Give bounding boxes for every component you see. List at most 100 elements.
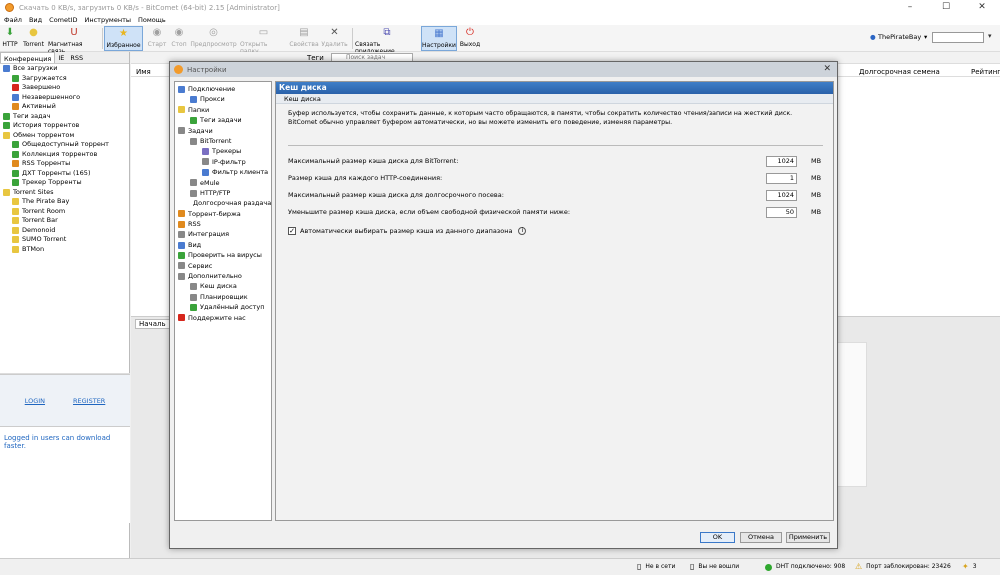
settings-nav-item-label: Папки xyxy=(188,105,210,114)
category-item[interactable]: Незавершенного xyxy=(0,93,129,103)
category-item[interactable]: The Pirate Bay xyxy=(0,197,129,207)
menu-tools[interactable]: Инструменты xyxy=(84,15,131,25)
preview-icon: ◎ xyxy=(209,27,218,38)
category-item[interactable]: История торрентов xyxy=(0,121,129,131)
maximize-button[interactable]: ☐ xyxy=(928,0,964,15)
tab-start-page[interactable]: Началь xyxy=(135,319,170,329)
category-item[interactable]: Активный xyxy=(0,102,129,112)
settings-nav-item[interactable]: Задачи xyxy=(175,126,271,136)
category-item[interactable]: Коллекция торрентов xyxy=(0,150,129,160)
delete-button[interactable]: ✕ Удалить xyxy=(321,26,348,51)
open-folder-button[interactable]: ▭Открыть папку xyxy=(240,26,287,55)
category-item[interactable]: RSS Торренты xyxy=(0,159,129,169)
properties-button[interactable]: ▤ Свойства xyxy=(289,26,319,51)
category-item[interactable]: Torrent Bar xyxy=(0,216,129,226)
category-item[interactable]: Обмен торрентом xyxy=(0,131,129,141)
settings-dialog: Настройки ✕ Подключение Прокси Папки Теги з… xyxy=(169,61,838,549)
settings-nav-item[interactable]: Сервис xyxy=(175,261,271,271)
settings-nav-item[interactable]: Долгосрочная раздача xyxy=(175,198,271,208)
register-link[interactable]: REGISTER xyxy=(73,397,105,405)
stop-button[interactable]: ◉ Стоп xyxy=(169,26,189,51)
ok-button[interactable]: OK xyxy=(700,532,735,543)
settings-nav-item-icon xyxy=(190,179,197,187)
category-item[interactable]: ДХТ Торренты (165) xyxy=(0,169,129,179)
minimize-button[interactable]: – xyxy=(892,0,928,15)
cache-lowmem-input[interactable]: 50 xyxy=(766,206,797,218)
category-item[interactable]: Теги задач xyxy=(0,112,129,122)
auto-cache-label: Автоматически выбирать размер кэша из да… xyxy=(300,227,513,235)
col-name[interactable]: Имя xyxy=(136,68,151,76)
http-button[interactable]: ⬇ HTTP xyxy=(2,26,18,51)
magnet-button[interactable]: UМагнитная связь xyxy=(48,26,100,55)
tab-rss[interactable]: RSS xyxy=(67,52,86,63)
settings-nav-item[interactable]: Удалённый доступ xyxy=(175,302,271,312)
site-selector[interactable]: ThePirateBay xyxy=(878,33,921,41)
settings-nav-item[interactable]: Папки xyxy=(175,105,271,115)
category-item-label: Demonoid xyxy=(22,225,56,234)
settings-nav-item[interactable]: Дополнительно xyxy=(175,271,271,281)
cache-row-longterm: Максимальный размер кэша диска для долго… xyxy=(288,189,822,201)
cache-http-input[interactable]: 1 xyxy=(766,172,797,184)
menu-view[interactable]: Вид xyxy=(29,15,42,25)
cache-bittorrent-input[interactable]: 1024 xyxy=(766,155,797,167)
apply-button[interactable]: Применить xyxy=(786,532,830,543)
preview-button[interactable]: ◎ Предпросмотр xyxy=(190,26,237,51)
settings-nav-item[interactable]: Вид xyxy=(175,240,271,250)
settings-nav-item[interactable]: Торрент-биржа xyxy=(175,209,271,219)
site-dropdown-arrow[interactable]: ▾ xyxy=(924,33,927,41)
start-button[interactable]: ◉ Старт xyxy=(146,26,168,51)
cache-longterm-input[interactable]: 1024 xyxy=(766,189,797,201)
settings-button[interactable]: ▦ Настройки xyxy=(421,26,457,51)
settings-nav-item-label: BitTorrent xyxy=(200,136,232,145)
cancel-button[interactable]: Отмена xyxy=(740,532,782,543)
category-item[interactable]: Общедоступный торрент xyxy=(0,140,129,150)
close-window-button[interactable]: ✕ xyxy=(964,0,1000,15)
settings-nav-item[interactable]: BitTorrent xyxy=(175,136,271,146)
login-link[interactable]: LOGIN xyxy=(25,397,45,405)
settings-nav-item[interactable]: Интеграция xyxy=(175,229,271,239)
settings-nav-item[interactable]: Проверить на вирусы xyxy=(175,250,271,260)
category-item-icon xyxy=(3,65,10,73)
col-rating[interactable]: Рейтинг xyxy=(971,68,1000,76)
settings-nav-item[interactable]: Теги задачи xyxy=(175,115,271,125)
menu-cometid[interactable]: CometID xyxy=(49,15,77,25)
settings-nav-item[interactable]: Подключение xyxy=(175,84,271,94)
link-app-button[interactable]: ⧉Связать приложение xyxy=(355,26,419,55)
settings-nav-item[interactable]: Планировщик xyxy=(175,292,271,302)
category-item[interactable]: Torrent Room xyxy=(0,207,129,217)
dialog-title-bar: Настройки ✕ xyxy=(170,62,837,77)
favorites-button[interactable]: ★ Избранное xyxy=(104,26,143,51)
dialog-close-button[interactable]: ✕ xyxy=(823,64,831,74)
info-icon[interactable]: i xyxy=(518,227,527,235)
tab-conference[interactable]: Конференция xyxy=(0,52,56,63)
http-download-icon: ⬇ xyxy=(5,27,15,38)
tab-ie[interactable]: IE xyxy=(55,52,67,63)
settings-nav-item[interactable]: IP-фильтр xyxy=(175,157,271,167)
site-search-input[interactable] xyxy=(932,32,984,43)
site-search-dropdown-icon[interactable]: ▾ xyxy=(988,32,996,43)
settings-nav-item[interactable]: Поддержите нас xyxy=(175,313,271,323)
menu-help[interactable]: Помощь xyxy=(138,15,166,25)
menu-file[interactable]: Файл xyxy=(4,15,22,25)
settings-nav-item-label: Трекеры xyxy=(212,147,242,156)
settings-nav-item[interactable]: Трекеры xyxy=(175,146,271,156)
settings-nav-item[interactable]: Кеш диска xyxy=(175,281,271,291)
settings-nav-item[interactable]: Прокси xyxy=(175,94,271,104)
exit-button[interactable]: ⏻ Выход xyxy=(459,26,481,51)
category-item[interactable]: Завершено xyxy=(0,83,129,93)
category-item[interactable]: SUMO Torrent xyxy=(0,235,129,245)
col-long-term-seeds[interactable]: Долгосрочная семена xyxy=(859,68,940,76)
auto-cache-checkbox[interactable]: ✓ xyxy=(288,227,296,235)
torrent-button[interactable]: ● Torrent xyxy=(21,26,46,51)
settings-nav-item[interactable]: Фильтр клиента xyxy=(175,167,271,177)
settings-nav-item-label: Прокси xyxy=(200,95,225,104)
category-item[interactable]: Demonoid xyxy=(0,226,129,236)
category-item[interactable]: Загружается xyxy=(0,74,129,84)
settings-nav-item[interactable]: HTTP/FTP xyxy=(175,188,271,198)
settings-nav-item[interactable]: RSS xyxy=(175,219,271,229)
category-item[interactable]: BTMon xyxy=(0,245,129,255)
category-item[interactable]: Трекер Торренты xyxy=(0,178,129,188)
category-item[interactable]: Все загрузки xyxy=(0,64,129,74)
settings-nav-item[interactable]: eMule xyxy=(175,178,271,188)
category-item[interactable]: Torrent Sites xyxy=(0,188,129,198)
